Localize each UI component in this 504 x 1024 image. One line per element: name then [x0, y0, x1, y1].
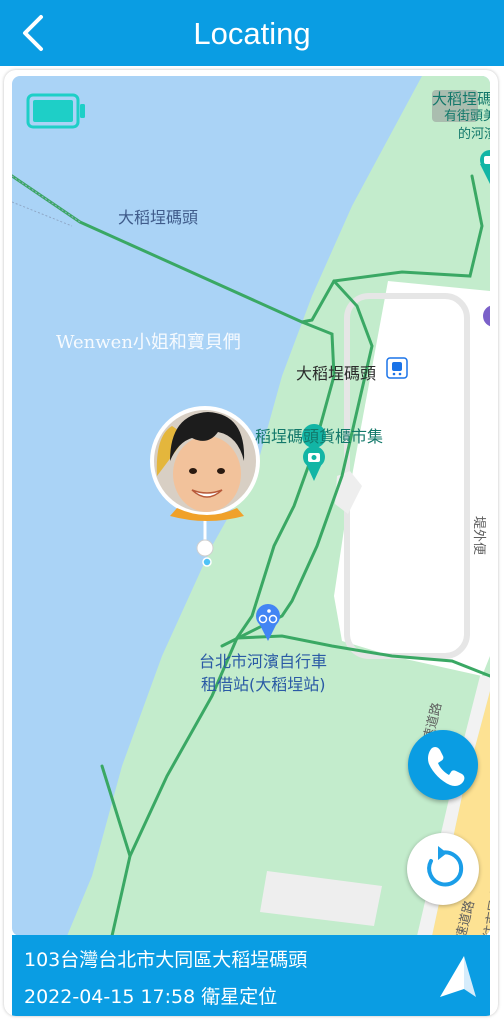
watermark-text: Wenwen小姐和寶貝們	[56, 332, 241, 353]
battery-indicator	[26, 92, 88, 130]
map-label-wharf: 大稻埕碼頭	[118, 208, 199, 227]
train-station-icon	[386, 357, 408, 379]
map-label-bike-station-line1[interactable]: 台北市河濱自行車	[199, 650, 327, 673]
phone-icon	[428, 746, 465, 786]
refresh-location-button[interactable]	[407, 833, 479, 905]
refresh-icon	[427, 846, 464, 887]
page-title: Locating	[193, 16, 311, 51]
map-label-corner-line2: 有街頭美	[444, 109, 490, 124]
battery-full-icon	[26, 93, 85, 129]
navigate-button[interactable]	[428, 953, 480, 1003]
map-label-market[interactable]: 稻埕碼頭貨櫃市集	[255, 425, 383, 448]
call-button[interactable]	[408, 730, 478, 800]
app-header: Locating	[0, 0, 504, 66]
navigation-arrow-icon	[440, 956, 476, 997]
map-view[interactable]: 大稻埕碼頭 大稻埕碼頭 稻埕碼頭貨櫃市集 台北市河濱自行車 租借站(大稻埕站) …	[12, 76, 490, 936]
map-canvas	[12, 76, 490, 936]
map-label-corner-line1: 大稻埕碼	[432, 90, 490, 108]
map-label-wharf-station[interactable]: 大稻埕碼頭	[296, 360, 376, 384]
location-address: 103台灣台北市大同區大稻埕碼頭	[24, 949, 308, 971]
map-label-road-2: 堤外便	[471, 516, 486, 556]
location-timestamp: 2022-04-15 17:58 衛星定位	[24, 986, 278, 1008]
location-status-bar: 103台灣台北市大同區大稻埕碼頭 2022-04-15 17:58 衛星定位	[12, 935, 490, 1016]
map-label-bike-station-line2[interactable]: 租借站(大稻埕站)	[201, 673, 326, 696]
map-label-corner-line3: 的河濱	[458, 127, 490, 142]
map-card: 大稻埕碼頭 大稻埕碼頭 稻埕碼頭貨櫃市集 台北市河濱自行車 租借站(大稻埕站) …	[4, 70, 498, 1016]
